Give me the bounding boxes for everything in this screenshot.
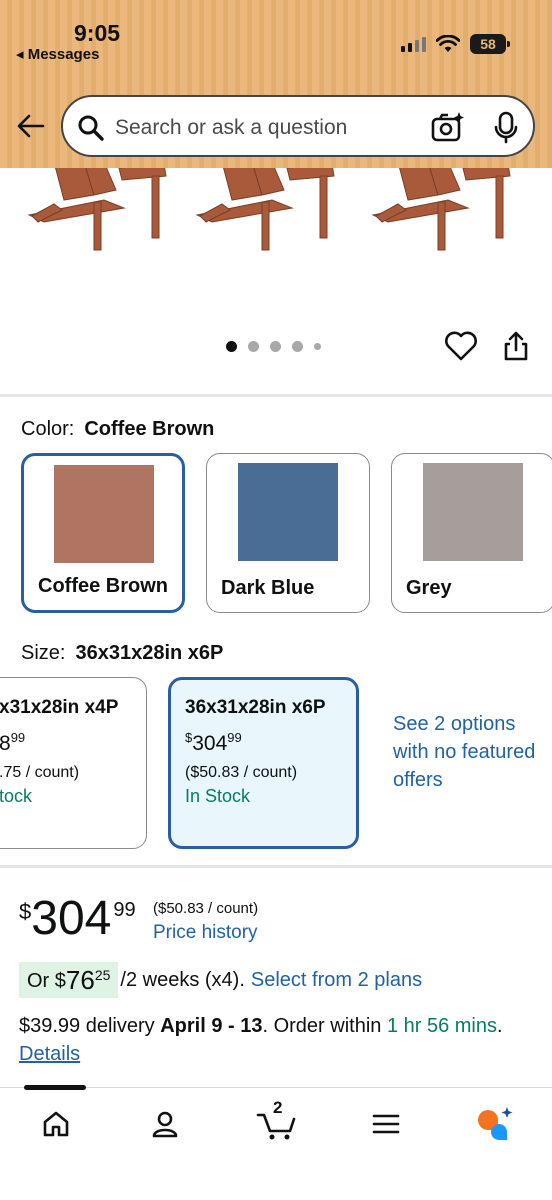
size-option-price: $30499: [185, 730, 242, 756]
delivery-cost: $39.99 delivery: [19, 1015, 161, 1037]
size-label-text: Size:: [21, 642, 66, 664]
product-image-carousel[interactable]: [0, 168, 552, 394]
heart-icon[interactable]: [444, 330, 478, 362]
delivery-details-link[interactable]: Details: [19, 1043, 80, 1066]
delivery-order-within: . Order within: [262, 1015, 387, 1037]
size-option-price-fraction: 99: [10, 730, 26, 745]
carousel-dot[interactable]: [314, 343, 321, 350]
size-option-name: 36x31x28in x6P: [185, 697, 326, 718]
wifi-icon: [436, 35, 460, 52]
select-plans-link[interactable]: Select from 2 plans: [251, 969, 422, 992]
price-per-count: ($50.83 / count): [153, 900, 259, 917]
price-whole: 304: [31, 892, 112, 945]
see-more-options-link[interactable]: See 2 options with no featured offers: [393, 710, 543, 794]
installment-amount-whole: 76: [65, 965, 95, 995]
carousel-dot[interactable]: [270, 341, 281, 352]
size-option-count: ($50.83 / count): [185, 764, 298, 781]
selected-color-value: Coffee Brown: [84, 418, 215, 440]
active-tab-indicator: [24, 1085, 86, 1090]
color-label: Color: Coffee Brown: [21, 418, 214, 441]
search-placeholder: Search or ask a question: [115, 116, 348, 139]
bottom-navigation: 2: [0, 1085, 552, 1200]
size-option-price-whole: 304: [192, 732, 228, 755]
cart-count-badge: 2: [273, 1098, 283, 1117]
color-option-label: Grey: [406, 577, 452, 599]
color-swatch: [423, 463, 523, 561]
delivery-time-left: 1 hr 56 mins: [386, 1015, 498, 1037]
selected-size-value: 36x31x28in x6P: [75, 642, 224, 664]
product-price: $ 304 99: [19, 893, 136, 945]
size-option-4p[interactable]: x31x28in x4P 899 .75 / count) tock: [0, 677, 147, 849]
nav-cart[interactable]: 2: [254, 1098, 300, 1144]
size-option-6p[interactable]: 36x31x28in x6P $30499 ($50.83 / count) I…: [168, 677, 359, 849]
nav-account[interactable]: [145, 1104, 185, 1144]
home-icon: [43, 1111, 69, 1137]
carousel-dot[interactable]: [248, 341, 259, 352]
nav-home[interactable]: [36, 1104, 76, 1144]
product-image-chair-1: [27, 168, 167, 251]
color-option-coffee-brown[interactable]: Coffee Brown: [21, 453, 185, 613]
camera-search-icon[interactable]: [431, 111, 465, 143]
size-option-price-whole: 8: [0, 732, 11, 755]
delivery-dates: April 9 - 13: [160, 1015, 263, 1037]
color-label-text: Color:: [21, 418, 75, 440]
size-label: Size: 36x31x28in x6P: [21, 642, 223, 665]
installment-prefix: Or $: [27, 970, 66, 992]
price-fraction: 99: [113, 899, 136, 921]
size-option-name: x31x28in x4P: [0, 697, 119, 718]
status-time: 9:05: [74, 20, 121, 46]
product-image-chair-3: [371, 168, 511, 251]
header: 9:05 ◂ Messages 58 Search or ask a quest…: [0, 0, 552, 168]
microphone-icon[interactable]: [493, 111, 519, 145]
color-option-label: Coffee Brown: [38, 575, 168, 597]
search-icon: [78, 115, 104, 141]
carousel-dot[interactable]: [226, 341, 237, 352]
installment-term: /2 weeks (x4).: [120, 968, 245, 991]
size-option-count: .75 / count): [0, 764, 80, 781]
battery-icon: 58: [470, 34, 510, 54]
divider: [0, 865, 552, 868]
share-icon[interactable]: [502, 330, 530, 362]
size-option-price-fraction: 99: [227, 730, 242, 745]
installment-amount-badge: Or $76 25: [19, 962, 119, 998]
size-option-stock: tock: [0, 786, 33, 806]
back-arrow-icon[interactable]: [16, 111, 46, 141]
price-history-link[interactable]: Price history: [153, 922, 258, 944]
ai-assistant-icon: [478, 1107, 513, 1140]
installment-amount-fraction: 25: [94, 967, 111, 983]
signal-icon: [401, 36, 426, 52]
nav-rufus-assistant[interactable]: [474, 1104, 514, 1144]
menu-icon: [372, 1114, 400, 1134]
size-option-price: 899: [0, 730, 25, 756]
carousel-dot[interactable]: [292, 341, 303, 352]
user-icon: [152, 1111, 178, 1138]
nav-menu[interactable]: [366, 1104, 406, 1144]
color-option-dark-blue[interactable]: Dark Blue: [206, 453, 370, 613]
installment-offer: Or $76 25 /2 weeks (x4). Select from 2 pl…: [19, 962, 422, 998]
delivery-info: $39.99 delivery April 9 - 13. Order with…: [19, 1015, 503, 1038]
price-currency: $: [19, 899, 32, 924]
product-image-chair-2: [195, 168, 335, 251]
color-option-grey[interactable]: Grey: [391, 453, 552, 613]
carousel-page-indicator[interactable]: [226, 341, 321, 352]
status-icons: 58: [401, 34, 510, 54]
delivery-end: .: [497, 1015, 503, 1037]
color-option-label: Dark Blue: [221, 577, 315, 599]
color-swatch: [238, 463, 338, 561]
size-option-stock: In Stock: [185, 786, 251, 806]
back-to-messages-link[interactable]: ◂ Messages: [16, 45, 99, 63]
color-swatch: [54, 465, 154, 563]
divider: [0, 394, 552, 397]
search-input[interactable]: Search or ask a question: [61, 95, 535, 157]
